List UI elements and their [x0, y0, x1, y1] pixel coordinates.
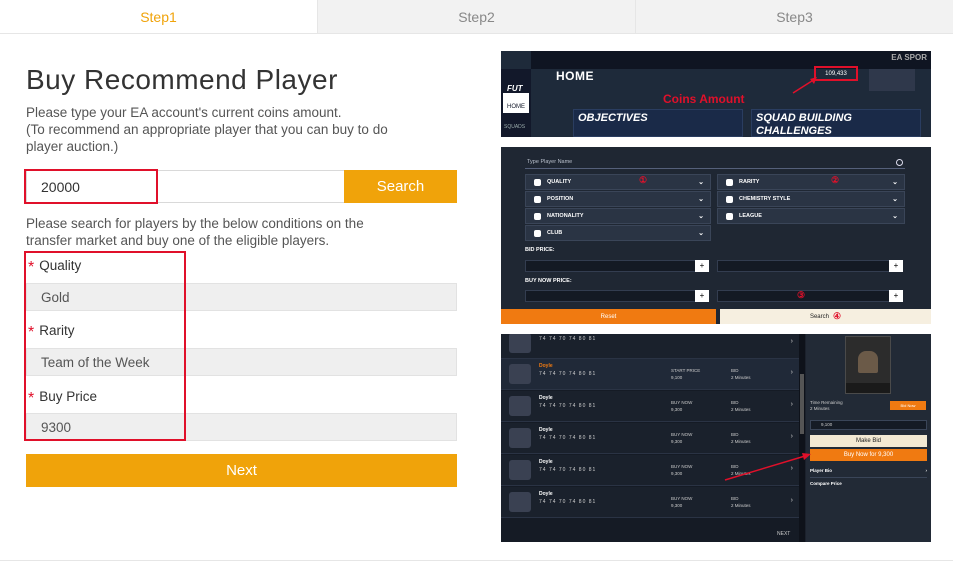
next-button[interactable]: Next [26, 454, 457, 487]
chevron-right-icon: › [790, 338, 793, 345]
player-avatar [509, 334, 531, 353]
chevron-down-icon: ⌄ [892, 196, 898, 203]
rarity-icon [726, 178, 733, 186]
marker-4: ④ [832, 311, 842, 321]
buy-now-button: Buy Now for 9,300 [810, 449, 927, 461]
compare-price-link: Compare Price [810, 481, 842, 486]
chevron-down-icon: ⌄ [698, 179, 704, 186]
plus-icon: + [889, 260, 903, 272]
league-filter: LEAGUE ⌄ [717, 208, 905, 224]
results-list: 74 74 70 74 80 81 › Doyle 74 74 70 74 80… [501, 334, 799, 542]
conditions-instructions: Please search for players by the below c… [26, 216, 364, 248]
bid-now-button: Bid Now [890, 401, 926, 410]
divider [0, 560, 953, 561]
player-avatar [509, 492, 531, 512]
chevron-right-icon: › [790, 497, 793, 504]
bid-max-field [717, 260, 893, 272]
chevron-right-icon: › [790, 401, 793, 408]
next-page-link: NEXT [777, 531, 791, 537]
chevron-down-icon: ⌄ [698, 196, 704, 203]
search-button[interactable]: Search [344, 170, 457, 203]
marker-1: ① [639, 175, 648, 185]
objectives-tile: OBJECTIVES [573, 109, 743, 137]
buynow-min-field [525, 290, 701, 302]
chevron-down-icon: ⌄ [698, 213, 704, 220]
league-icon [726, 212, 733, 220]
step-2-tab[interactable]: Step2 [317, 0, 635, 34]
list-item: Doyle 74 74 70 74 80 81 BUY NOW 9,300 BID… [501, 423, 799, 454]
marker-2: ② [831, 175, 840, 185]
position-icon [534, 195, 541, 203]
step-3-tab[interactable]: Step3 [635, 0, 953, 34]
scrollbar-thumb [800, 374, 804, 434]
position-filter: POSITION ⌄ [525, 191, 711, 207]
player-bio-link: Player Bio › [810, 468, 927, 473]
list-item: 74 74 70 74 80 81 › [501, 334, 799, 359]
club-filter: CLUB ⌄ [525, 225, 711, 241]
home-nav-icon: HOME [503, 93, 529, 113]
plus-icon: + [695, 260, 709, 272]
step-1-tab[interactable]: Step1 [0, 0, 317, 34]
player-card [845, 336, 891, 394]
nationality-filter: NATIONALITY ⌄ [525, 208, 711, 224]
bid-amount-field: 9,100 [810, 420, 927, 430]
plus-icon: + [695, 290, 709, 302]
coins-amount-label: Coins Amount [663, 92, 745, 106]
list-item: Doyle 74 74 70 74 80 81 BUY NOW 9,300 BID… [501, 391, 799, 422]
list-item: Doyle 74 74 70 74 80 81 START PRICE 9,100… [501, 359, 799, 390]
chevron-right-icon: › [790, 369, 793, 376]
required-mark: * [28, 259, 35, 276]
home-title: HOME [556, 69, 594, 83]
steps-bar: Step1 Step2 Step3 [0, 0, 953, 34]
fut-logo: FUT [507, 84, 523, 93]
squads-nav-icon: SQUADS [504, 124, 526, 130]
page-title: Buy Recommend Player [26, 64, 338, 95]
nationality-icon [534, 212, 541, 220]
coins-input[interactable] [26, 170, 344, 203]
chemistry-filter: CHEMISTRY STYLE ⌄ [717, 191, 905, 207]
player-detail-panel: Time Remaining 2 Minutes Bid Now 9,100 Ma… [806, 334, 931, 542]
rarity-filter: RARITY ⌄ [717, 174, 905, 190]
search-icon [896, 159, 903, 166]
guide-home-screenshot: EA SPOR FUT HOME SQUADS HOME 109,433 Coi… [501, 51, 931, 137]
buy-price-label: * Buy Price [28, 389, 98, 407]
rarity-label: * Rarity [28, 323, 75, 341]
player-avatar [509, 396, 531, 416]
ea-sports-logo: EA SPOR [891, 53, 927, 62]
rarity-field: Team of the Week [26, 348, 457, 376]
coins-search-row: Search [26, 170, 457, 203]
plus-icon: + [889, 290, 903, 302]
quality-field: Gold [26, 283, 457, 311]
marker-3: ③ [797, 290, 806, 300]
arrow-icon [792, 77, 817, 94]
quality-icon [534, 178, 541, 186]
market-search-button: Search ④ [720, 309, 931, 324]
reset-button: Reset [501, 309, 716, 324]
buy-price-field: 9300 [26, 413, 457, 441]
make-bid-button: Make Bid [810, 435, 927, 447]
buy-now-price-label: BUY NOW PRICE: [525, 278, 572, 284]
club-icon [534, 229, 541, 237]
player-name-search: Type Player Name [525, 155, 905, 169]
required-mark: * [28, 390, 35, 407]
chevron-down-icon: ⌄ [698, 230, 704, 237]
bid-min-field [525, 260, 701, 272]
sbc-tile: SQUAD BUILDING CHALLENGES [751, 109, 921, 137]
player-avatar [509, 460, 531, 480]
chevron-down-icon: ⌄ [892, 179, 898, 186]
quality-filter: QUALITY ⌄ [525, 174, 711, 190]
chevron-right-icon: › [790, 433, 793, 440]
quality-label: * Quality [28, 258, 82, 276]
player-avatar [509, 364, 531, 384]
list-item: Doyle 74 74 70 74 80 81 BUY NOW 9,300 BID… [501, 487, 799, 518]
bid-price-label: BID PRICE: [525, 247, 555, 253]
chemistry-icon [726, 195, 733, 203]
chevron-down-icon: ⌄ [892, 213, 898, 220]
coins-instructions: Please type your EA account's current co… [26, 105, 388, 154]
guide-market-screenshot: Type Player Name QUALITY ⌄ ① RARITY ⌄ ② PO… [501, 147, 931, 324]
arrow-icon [724, 453, 811, 481]
required-mark: * [28, 324, 35, 341]
guide-results-screenshot: 74 74 70 74 80 81 › Doyle 74 74 70 74 80… [501, 334, 931, 542]
player-avatar [509, 428, 531, 448]
